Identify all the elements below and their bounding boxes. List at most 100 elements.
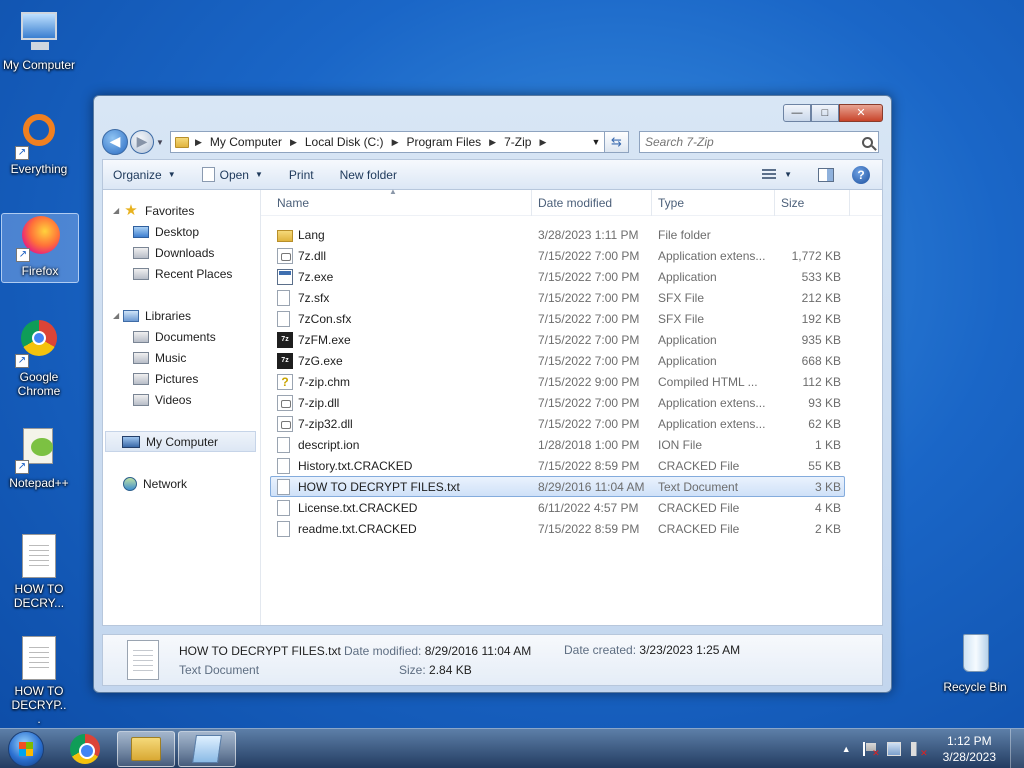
back-button[interactable]: ◀ [102, 129, 128, 155]
organize-button[interactable]: Organize ▼ [113, 168, 176, 182]
nav-libraries[interactable]: ◢ Libraries [103, 305, 260, 326]
change-view-icon[interactable] [762, 169, 777, 180]
clock[interactable]: 1:12 PM 3/28/2023 [935, 733, 1010, 765]
file-row[interactable]: ? 7-zip.chm 7/15/2022 9:00 PM Compiled HTML… [261, 371, 882, 392]
file-row[interactable]: HOW TO DECRYPT FILES.txt 8/29/2016 11:04 … [270, 476, 845, 497]
file-row[interactable]: 7-zip.dll 7/15/2022 7:00 PM Application ex… [261, 392, 882, 413]
nav-pictures[interactable]: Pictures [103, 368, 260, 389]
maximize-button[interactable]: □ [811, 104, 839, 122]
explorer-window[interactable]: — □ ✕ ◀ ▶ ▼ ▶ My Computer ▶ Local Disk (… [93, 95, 892, 693]
desktop-icon-everything[interactable]: ↗ Everything [0, 112, 78, 176]
preview-pane-icon[interactable] [818, 167, 834, 182]
chevron-right-icon[interactable]: ▶ [489, 137, 496, 148]
desktop-icon-google-chrome[interactable]: ↗ Google Chrome [0, 320, 78, 398]
file-row[interactable]: 7z 7zFM.exe 7/15/2022 7:00 PM Application 93… [261, 329, 882, 350]
expand-arrow-icon[interactable]: ◢ [113, 206, 123, 215]
desktop-icon-my-computer[interactable]: My Computer [0, 8, 78, 72]
taskbar-explorer[interactable] [117, 730, 175, 767]
file-list[interactable]: ▲ Name Date modified Type Size Lang 3/28/… [261, 187, 882, 625]
help-icon[interactable]: ? [852, 165, 870, 184]
desktop-icon-how-to-decrypt-1[interactable]: HOW TO DECRY... [0, 532, 78, 610]
nav-documents[interactable]: Documents [103, 326, 260, 347]
file-date: 7/15/2022 7:00 PM [538, 416, 640, 431]
chevron-right-icon[interactable]: ▶ [195, 137, 202, 148]
expand-arrow-icon[interactable]: ◢ [113, 311, 123, 320]
nav-downloads[interactable]: Downloads [103, 242, 260, 263]
print-button[interactable]: Print [289, 168, 314, 182]
desktop-icon-how-to-decrypt-2[interactable]: HOW TO DECRYP... [0, 634, 78, 726]
taskbar-chrome[interactable] [56, 731, 114, 767]
details-size-value: 2.84 KB [429, 662, 472, 677]
file-row[interactable]: History.txt.CRACKED 7/15/2022 8:59 PM CRAC… [261, 455, 882, 476]
nav-music[interactable]: Music [103, 347, 260, 368]
chevron-right-icon[interactable]: ▶ [392, 137, 399, 148]
file-row[interactable]: 7z.sfx 7/15/2022 7:00 PM SFX File 212 KB [261, 287, 882, 308]
forward-button[interactable]: ▶ [130, 130, 154, 154]
nav-favorites[interactable]: ◢ ★ Favorites [103, 200, 260, 221]
nav-recent-places[interactable]: Recent Places [103, 263, 260, 284]
chevron-down-icon[interactable]: ▼ [255, 170, 263, 179]
breadcrumb-local-disk[interactable]: Local Disk (C:) [305, 135, 384, 149]
recent-pages-dropdown[interactable]: ▼ [154, 138, 166, 147]
open-button[interactable]: Open ▼ [201, 167, 263, 182]
file-row[interactable]: 7z.exe 7/15/2022 7:00 PM Application 533 KB [261, 266, 882, 287]
nav-label: Downloads [155, 245, 215, 260]
file-name-cell: 7-zip32.dll [271, 415, 532, 432]
close-button[interactable]: ✕ [839, 104, 883, 122]
nav-desktop[interactable]: Desktop [103, 221, 260, 242]
file-row[interactable]: License.txt.CRACKED 6/11/2022 4:57 PM CRAC… [261, 497, 882, 518]
file-row[interactable]: 7-zip32.dll 7/15/2022 7:00 PM Application … [261, 413, 882, 434]
taskbar-notepad[interactable] [178, 730, 236, 767]
file-row[interactable]: Lang 3/28/2023 1:11 PM File folder [261, 224, 882, 245]
file-date: 7/15/2022 7:00 PM [538, 353, 640, 368]
desktop-icon-recycle-bin[interactable]: Recycle Bin [936, 630, 1014, 694]
new-folder-button[interactable]: New folder [340, 168, 397, 182]
file-row[interactable]: readme.txt.CRACKED 7/15/2022 8:59 PM CRACK… [261, 518, 882, 539]
7zip-icon: 7z [277, 352, 293, 369]
column-header-date-modified[interactable]: Date modified [532, 189, 652, 216]
file-row[interactable]: 7z.dll 7/15/2022 7:00 PM Application exten… [261, 245, 882, 266]
file-date: 7/15/2022 7:00 PM [538, 248, 640, 263]
column-header-type[interactable]: Type [652, 189, 775, 216]
shortcut-arrow-icon: ↗ [15, 460, 29, 474]
desktop-icon-notepad-plus-plus[interactable]: ↗ Notepad++ [0, 426, 78, 490]
file-date: 1/28/2018 1:00 PM [538, 437, 640, 452]
address-bar[interactable]: ▶ My Computer ▶ Local Disk (C:) ▶ Progra… [170, 131, 605, 153]
chevron-down-icon[interactable]: ▼ [784, 170, 792, 179]
nav-videos[interactable]: Videos [103, 389, 260, 410]
file-row[interactable]: 7z 7zG.exe 7/15/2022 7:00 PM Application 668… [261, 350, 882, 371]
nav-my-computer[interactable]: My Computer [105, 431, 256, 452]
start-button[interactable] [8, 730, 44, 767]
file-date: 7/15/2022 7:00 PM [538, 332, 640, 347]
search-input[interactable] [645, 135, 862, 149]
column-header-name[interactable]: Name [271, 189, 532, 216]
breadcrumb-my-computer[interactable]: My Computer [210, 135, 282, 149]
column-header-size[interactable]: Size [775, 189, 850, 216]
show-hidden-icons-button[interactable]: ▲ [842, 744, 851, 754]
navigation-pane[interactable]: ◢ ★ Favorites Desktop Downloads Recent P… [103, 190, 261, 625]
window-controls: — □ ✕ [783, 104, 883, 122]
network-status-icon[interactable] [886, 741, 901, 756]
search-icon[interactable] [862, 136, 873, 148]
chevron-down-icon[interactable]: ▼ [588, 137, 604, 147]
breadcrumb-7zip[interactable]: 7-Zip [504, 135, 531, 149]
search-box[interactable] [639, 131, 879, 153]
desktop-icon-firefox[interactable]: ↗ Firefox [1, 213, 79, 283]
show-desktop-button[interactable] [1010, 728, 1024, 768]
nav-network[interactable]: Network [103, 473, 260, 494]
refresh-button[interactable]: ⇆ [605, 131, 629, 153]
breadcrumb-program-files[interactable]: Program Files [406, 135, 481, 149]
minimize-button[interactable]: — [783, 104, 811, 122]
volume-muted-icon[interactable] [910, 741, 928, 759]
file-row[interactable]: descript.ion 1/28/2018 1:00 PM ION File 1 K… [261, 434, 882, 455]
chevron-right-icon[interactable]: ▶ [290, 137, 297, 148]
chevron-right-icon[interactable]: ▶ [539, 137, 546, 148]
file-name-cell: readme.txt.CRACKED [271, 520, 532, 537]
folder-icon [277, 229, 293, 242]
details-created-value: 3/23/2023 1:25 AM [639, 643, 741, 657]
action-center-icon[interactable] [862, 741, 880, 759]
file-row[interactable]: 7zCon.sfx 7/15/2022 7:00 PM SFX File 192 KB [261, 308, 882, 329]
nav-label: Favorites [145, 203, 195, 218]
desktop-icon-label: My Computer [2, 58, 76, 72]
folder-icon [175, 136, 189, 148]
